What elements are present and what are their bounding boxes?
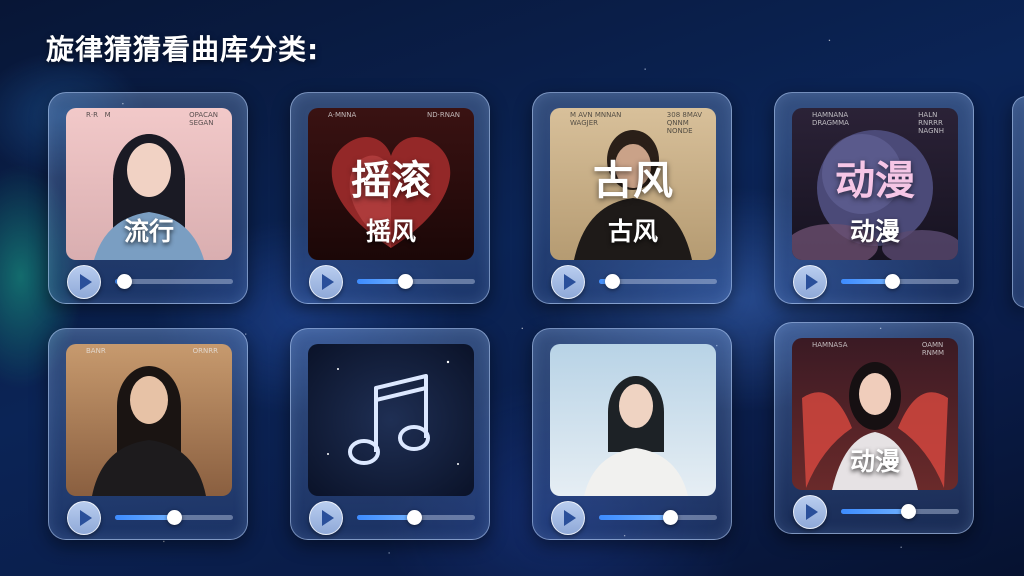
portrait-illustration — [92, 366, 206, 496]
cover-title: 古风 — [593, 158, 673, 204]
slider-thumb[interactable] — [398, 274, 414, 289]
play-icon — [805, 504, 818, 520]
play-button[interactable] — [551, 265, 585, 299]
cover-title: 摇滚 — [351, 158, 431, 204]
slider-thumb[interactable] — [117, 274, 133, 289]
category-label: 古风 — [607, 217, 658, 246]
cover-small-text-right: ORNRR — [192, 347, 218, 355]
slider-thumb[interactable] — [406, 510, 422, 525]
album-cover[interactable]: M AVN MNNAN WAGJER 308 8MAV QNNM NONDE 古… — [550, 108, 716, 260]
category-card-pop[interactable]: R·R M OPACAN SEGAN 流行 — [48, 92, 248, 304]
cover-small-text-left: A·MNNA — [328, 111, 357, 119]
category-label: 流行 — [123, 217, 174, 246]
play-icon — [321, 510, 334, 526]
category-label: 动漫 — [849, 217, 900, 246]
cover-small-text-right: OPACAN SEGAN — [189, 111, 218, 127]
progress-slider[interactable] — [115, 274, 233, 289]
slider-thumb[interactable] — [901, 504, 917, 519]
play-button[interactable] — [67, 265, 101, 299]
category-card-rock[interactable]: A·MNNA ND·RNAN 摇滚 摇风 — [290, 92, 490, 304]
progress-slider[interactable] — [357, 274, 475, 289]
play-button[interactable] — [309, 265, 343, 299]
progress-slider[interactable] — [841, 274, 959, 289]
cover-small-text-right: 308 8MAV QNNM NONDE — [666, 111, 702, 135]
slider-thumb[interactable] — [604, 274, 620, 289]
play-button[interactable] — [309, 501, 343, 535]
album-cover[interactable]: HAMNASA OAMN RNMM 动漫 — [792, 338, 958, 490]
play-button[interactable] — [793, 265, 827, 299]
category-card-ancient-style[interactable]: M AVN MNNAN WAGJER 308 8MAV QNNM NONDE 古… — [532, 92, 732, 304]
play-icon — [563, 510, 576, 526]
cover-small-text-left: HAMNASA — [812, 341, 848, 349]
music-note-icon — [327, 360, 459, 465]
category-label: 动漫 — [849, 447, 900, 476]
category-card-portrait-light[interactable] — [532, 328, 732, 540]
play-button[interactable] — [793, 495, 827, 529]
cover-title: 动漫 — [835, 158, 915, 204]
progress-slider[interactable] — [599, 510, 717, 525]
category-card-anime-portrait[interactable]: HAMNASA OAMN RNMM 动漫 — [774, 322, 974, 534]
slider-thumb[interactable] — [884, 274, 900, 289]
play-button[interactable] — [551, 501, 585, 535]
cover-small-text-right: HALN RNRRR NAGNH — [918, 111, 944, 135]
cover-small-text-right: ND·RNAN — [427, 111, 460, 119]
slider-thumb[interactable] — [167, 510, 182, 525]
category-grid: R·R M OPACAN SEGAN 流行 A·MNNA ND·RNAN 摇滚 … — [0, 0, 1024, 576]
play-icon — [563, 274, 576, 290]
progress-fill — [841, 509, 909, 514]
category-card-portrait[interactable]: BANR ORNRR — [48, 328, 248, 540]
cover-small-text-left: R·R M — [86, 111, 111, 119]
progress-fill — [357, 515, 414, 520]
play-icon — [79, 274, 92, 290]
progress-slider[interactable] — [841, 504, 959, 519]
portrait-illustration — [584, 376, 688, 496]
album-cover[interactable] — [550, 344, 716, 496]
category-card-music[interactable] — [290, 328, 490, 540]
progress-fill — [599, 515, 670, 520]
cover-small-text-left: M AVN MNNAN WAGJER — [570, 111, 622, 127]
play-icon — [321, 274, 334, 290]
progress-slider[interactable] — [599, 274, 717, 289]
album-cover[interactable] — [308, 344, 474, 496]
category-card-partial[interactable] — [1012, 96, 1024, 308]
play-icon — [805, 274, 818, 290]
album-cover[interactable]: HAMNANA DRAGMMA HALN RNRRR NAGNH 动漫 动漫 — [792, 108, 958, 260]
category-label: 摇风 — [365, 217, 416, 246]
album-cover[interactable]: R·R M OPACAN SEGAN 流行 — [66, 108, 232, 260]
cover-small-text-left: BANR — [86, 347, 106, 355]
category-card-anime[interactable]: HAMNANA DRAGMMA HALN RNRRR NAGNH 动漫 动漫 — [774, 92, 974, 304]
cover-small-text-right: OAMN RNMM — [921, 341, 944, 357]
cover-small-text-left: HAMNANA DRAGMMA — [812, 111, 849, 127]
album-cover[interactable]: BANR ORNRR — [66, 344, 232, 496]
album-cover[interactable]: A·MNNA ND·RNAN 摇滚 摇风 — [308, 108, 474, 260]
play-button[interactable] — [67, 501, 101, 535]
progress-fill — [115, 515, 174, 520]
slider-thumb[interactable] — [662, 510, 678, 525]
play-icon — [79, 510, 92, 526]
progress-slider[interactable] — [357, 510, 475, 525]
progress-slider[interactable] — [115, 510, 233, 525]
